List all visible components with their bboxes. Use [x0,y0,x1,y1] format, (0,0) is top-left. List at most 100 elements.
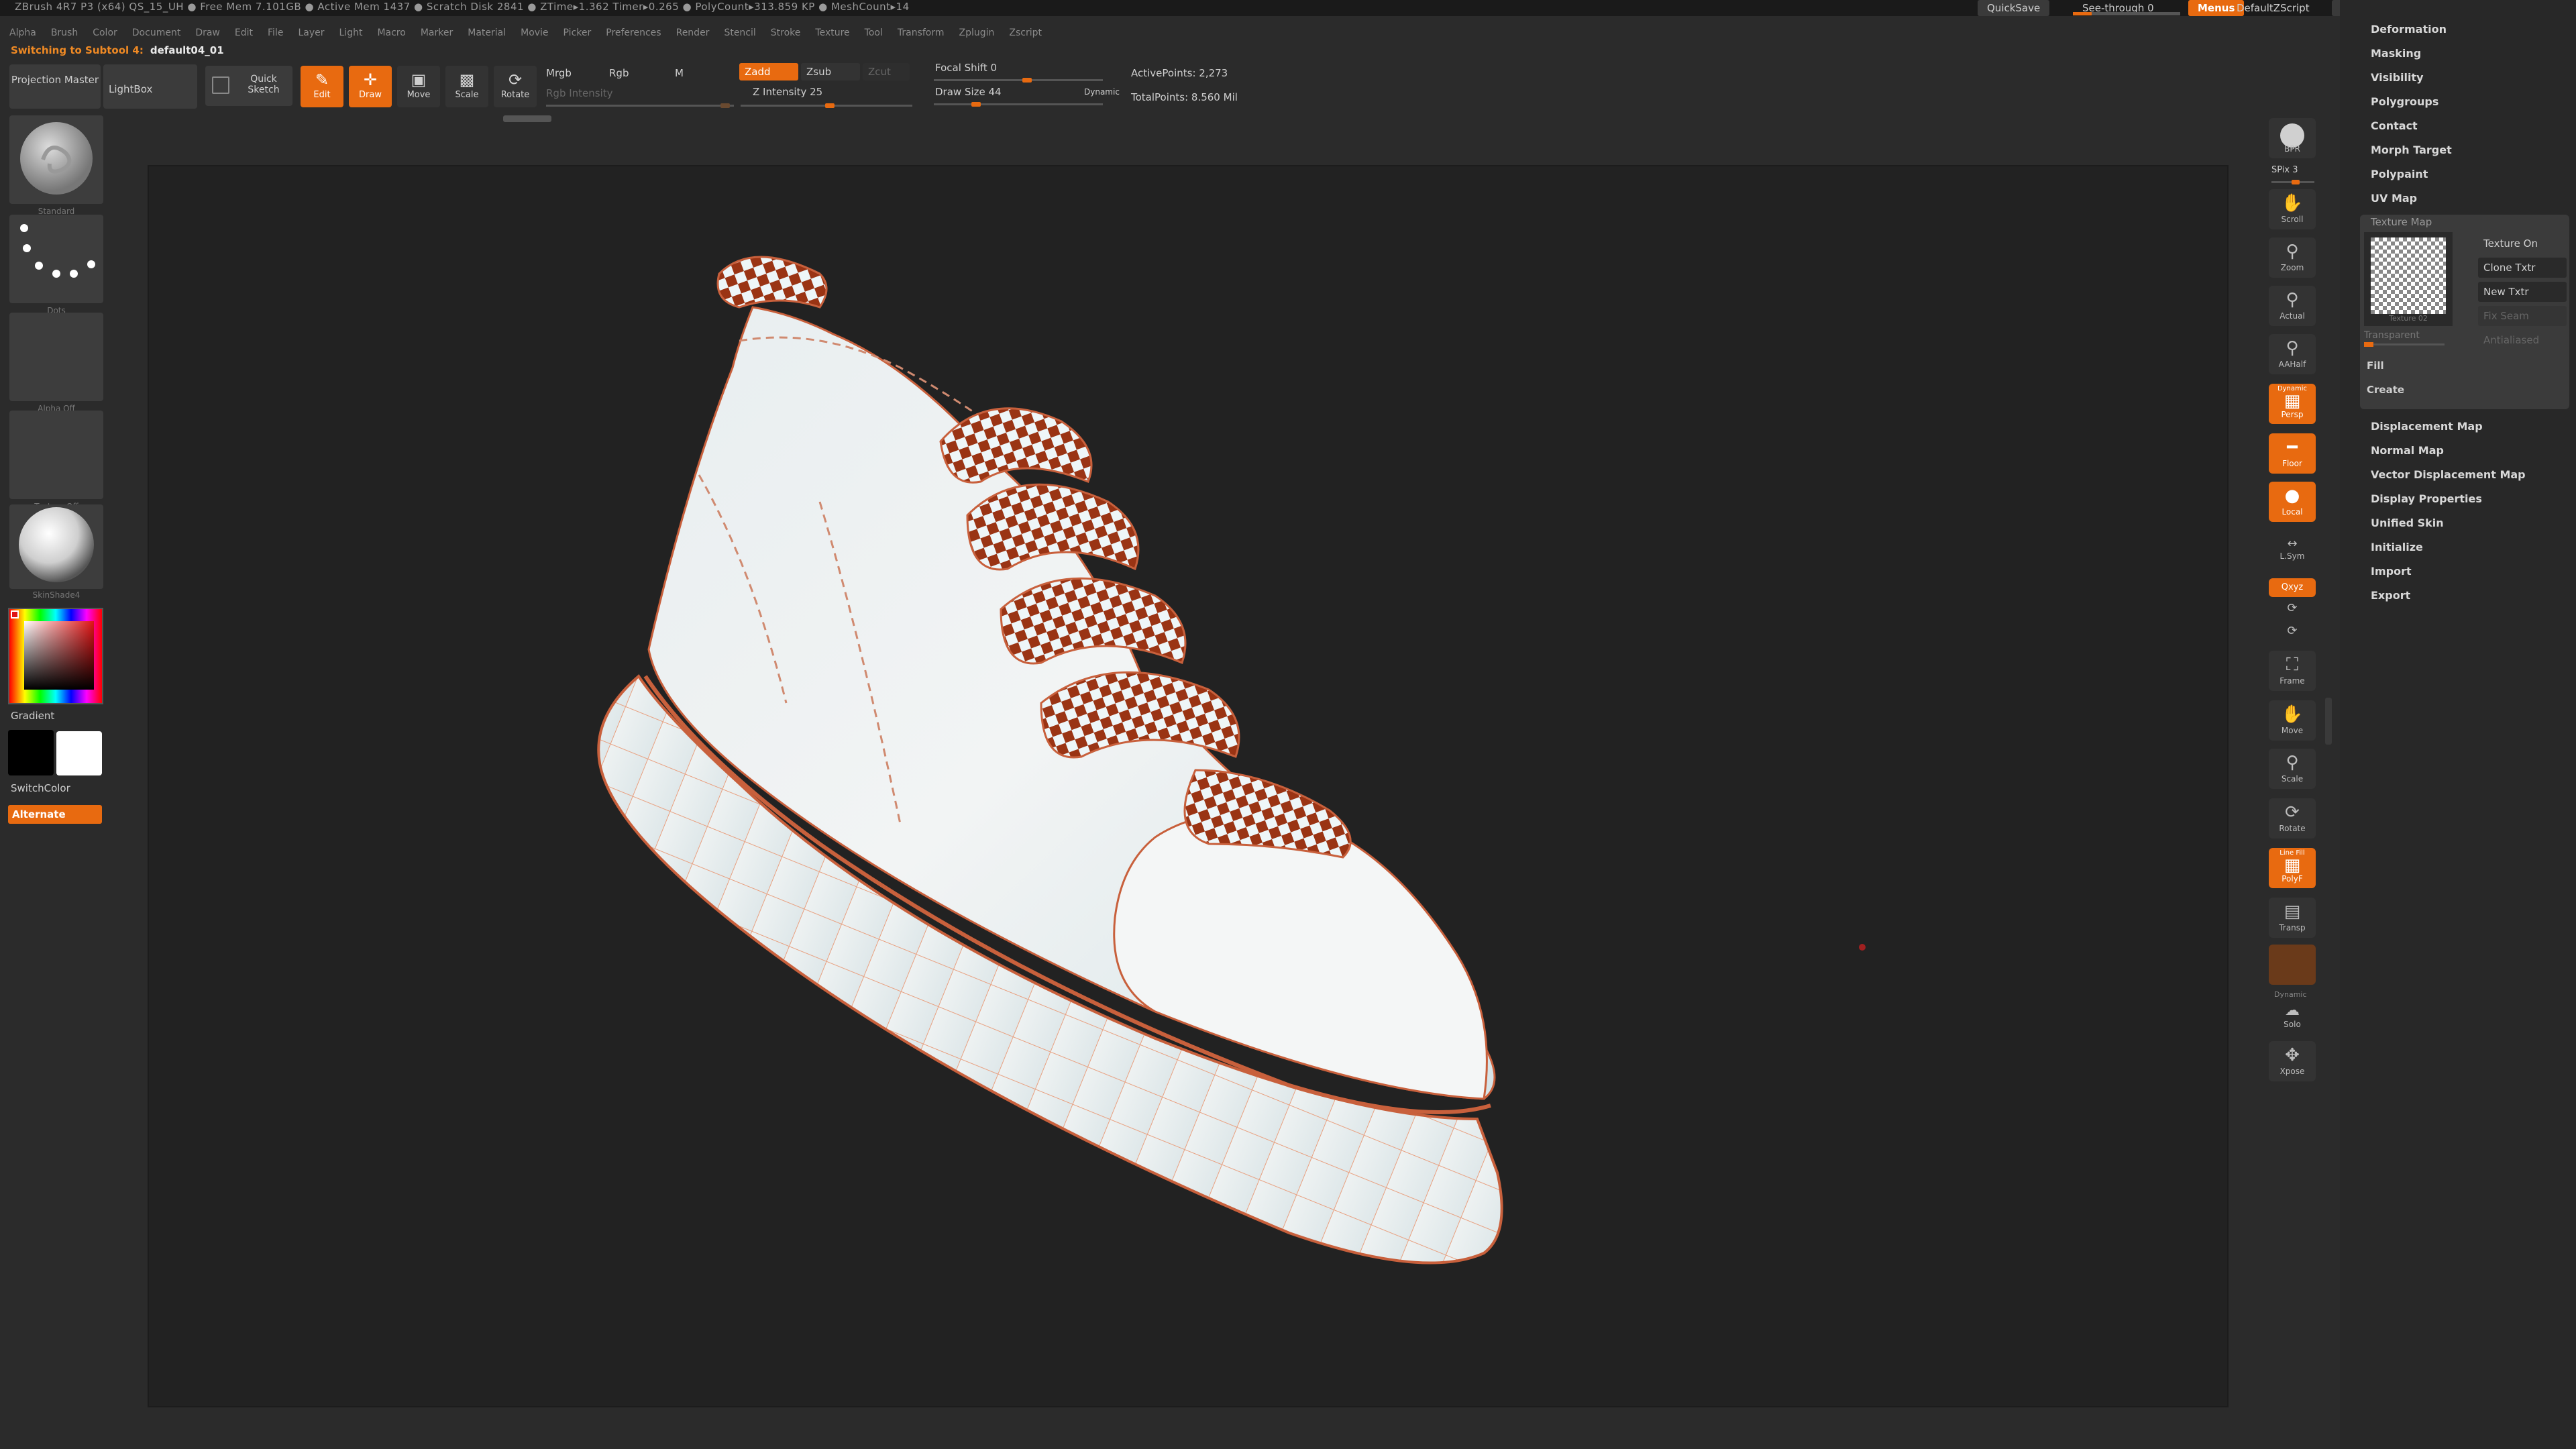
stroke-picker[interactable]: Dots [9,215,103,315]
fix-seam-button[interactable]: Fix Seam [2478,306,2567,326]
rgb-intensity-slider[interactable]: Rgb Intensity [546,87,613,99]
tool-section-polypaint[interactable]: Polypaint [2371,168,2428,180]
menu-item-transform[interactable]: Transform [898,28,945,38]
menu-item-draw[interactable]: Draw [195,28,220,38]
frame-button[interactable]: ⛶ Frame [2269,651,2316,691]
quicksave-button[interactable]: QuickSave [1978,0,2050,16]
menu-item-zplugin[interactable]: Zplugin [959,28,995,38]
scale-button[interactable]: ▩ Scale [445,66,488,107]
new-txtr-button[interactable]: New Txtr [2478,282,2567,302]
ghost-button[interactable] [2269,945,2316,985]
persp-button[interactable]: Dynamic ▦ Persp [2269,384,2316,424]
transparent-track[interactable] [2364,342,2445,347]
brush-picker[interactable]: Standard [9,115,103,216]
color-square[interactable] [24,621,94,690]
tool-section-contact[interactable]: Contact [2371,119,2418,132]
menu-item-brush[interactable]: Brush [51,28,78,38]
tool-section-normal-map[interactable]: Normal Map [2371,444,2444,457]
tool-section-deformation[interactable]: Deformation [2371,23,2447,36]
secondary-color-swatch[interactable] [56,731,102,775]
move-view-button[interactable]: ✋ Move [2269,700,2316,741]
menu-item-preferences[interactable]: Preferences [606,28,661,38]
local-button[interactable]: ● Local [2269,482,2316,522]
menu-item-texture[interactable]: Texture [815,28,849,38]
draw-button[interactable]: ✛ Draw [349,66,392,107]
menu-item-stroke[interactable]: Stroke [771,28,801,38]
mrgb-button[interactable]: Mrgb [546,67,572,79]
spix-track[interactable] [2271,180,2314,184]
menu-item-document[interactable]: Document [132,28,181,38]
rgb-button[interactable]: Rgb [609,67,629,79]
menu-item-picker[interactable]: Picker [564,28,592,38]
clone-txtr-button[interactable]: Clone Txtr [2478,258,2567,278]
color-picker[interactable] [8,608,103,704]
focal-shift-slider[interactable]: Focal Shift 0 [935,62,997,74]
menu-item-material[interactable]: Material [468,28,506,38]
texture-on-button[interactable]: Texture On [2478,233,2567,254]
aahalf-button[interactable]: ⚲ AAHalf [2269,334,2316,374]
texture-map-header[interactable]: Texture Map [2371,216,2432,228]
move-button[interactable]: ▣ Move [397,66,440,107]
transp-button[interactable]: ▤ Transp [2269,898,2316,938]
polyf-button[interactable]: Line Fill ▦ PolyF [2269,848,2316,888]
tool-section-polygroups[interactable]: Polygroups [2371,95,2438,108]
m-button[interactable]: M [675,67,684,79]
z-intensity-track[interactable] [741,103,912,108]
spix-slider[interactable]: SPix 3 [2271,165,2298,175]
tool-section-export[interactable]: Export [2371,589,2410,602]
alpha-picker[interactable]: Alpha Off [9,313,103,413]
quick-sketch-button[interactable]: Quick Sketch [205,66,292,106]
antialiased-toggle[interactable]: Antialiased [2478,330,2567,350]
draw-size-slider[interactable]: Draw Size 44 [935,86,1002,98]
menu-item-layer[interactable]: Layer [298,28,324,38]
zsub-button[interactable]: Zsub [801,63,860,80]
edit-button[interactable]: ✎ Edit [301,66,343,107]
z-intensity-slider[interactable]: Z Intensity 25 [753,86,822,98]
rotate-y-icon[interactable]: ⟳ [2269,601,2316,620]
rgb-intensity-track[interactable] [546,103,734,108]
default-zscript-button[interactable]: DefaultZScript [2227,0,2319,16]
menu-item-alpha[interactable]: Alpha [9,28,36,38]
zoom-button[interactable]: ⚲ Zoom [2269,237,2316,278]
tool-section-import[interactable]: Import [2371,565,2412,578]
tool-section-displacement-map[interactable]: Displacement Map [2371,420,2483,433]
menu-item-edit[interactable]: Edit [235,28,253,38]
zadd-button[interactable]: Zadd [739,63,798,80]
lsym-button[interactable]: ↔ L.Sym [2269,534,2316,569]
menu-item-file[interactable]: File [268,28,283,38]
transparent-toggle[interactable]: Transparent [2364,330,2420,341]
tray-scroll-handle[interactable] [503,115,551,122]
texture-picker[interactable]: Texture Off [9,411,103,511]
tool-section-masking[interactable]: Masking [2371,47,2421,60]
scale-view-button[interactable]: ⚲ Scale [2269,749,2316,789]
menu-item-tool[interactable]: Tool [865,28,883,38]
switch-color-button[interactable]: SwitchColor [11,782,70,794]
create-button[interactable]: Create [2367,384,2404,396]
focal-shift-track[interactable] [934,78,1103,83]
menu-item-render[interactable]: Render [676,28,710,38]
menu-item-marker[interactable]: Marker [421,28,453,38]
menu-item-macro[interactable]: Macro [377,28,405,38]
tool-section-display-properties[interactable]: Display Properties [2371,492,2482,505]
shoe-model[interactable] [149,166,2229,1407]
rotate-view-button[interactable]: ⟳ Rotate [2269,798,2316,839]
menu-item-stencil[interactable]: Stencil [724,28,755,38]
actual-button[interactable]: ⚲ Actual [2269,286,2316,326]
dynamic-toggle[interactable]: Dynamic [1084,87,1120,97]
floor-button[interactable]: ━ Floor [2269,433,2316,474]
xyz-button[interactable]: Qxyz [2269,578,2316,597]
bpr-button[interactable]: BPR [2269,118,2316,158]
alternate-button[interactable]: Alternate [8,805,102,824]
texture-thumbnail[interactable]: Texture 02 [2364,232,2453,326]
solo-button[interactable]: ☁ Solo [2269,1000,2316,1033]
tool-section-uv-map[interactable]: UV Map [2371,192,2417,205]
fill-button[interactable]: Fill [2367,360,2384,372]
menu-item-movie[interactable]: Movie [521,28,548,38]
zcut-button[interactable]: Zcut [863,63,910,80]
projection-master-button[interactable]: Projection Master [9,64,101,109]
lightbox-button[interactable]: LightBox [103,64,197,109]
tool-section-visibility[interactable]: Visibility [2371,71,2424,84]
menu-item-light[interactable]: Light [339,28,363,38]
rotate-z-icon[interactable]: ⟳ [2269,624,2316,643]
main-color-swatch[interactable] [8,730,54,775]
